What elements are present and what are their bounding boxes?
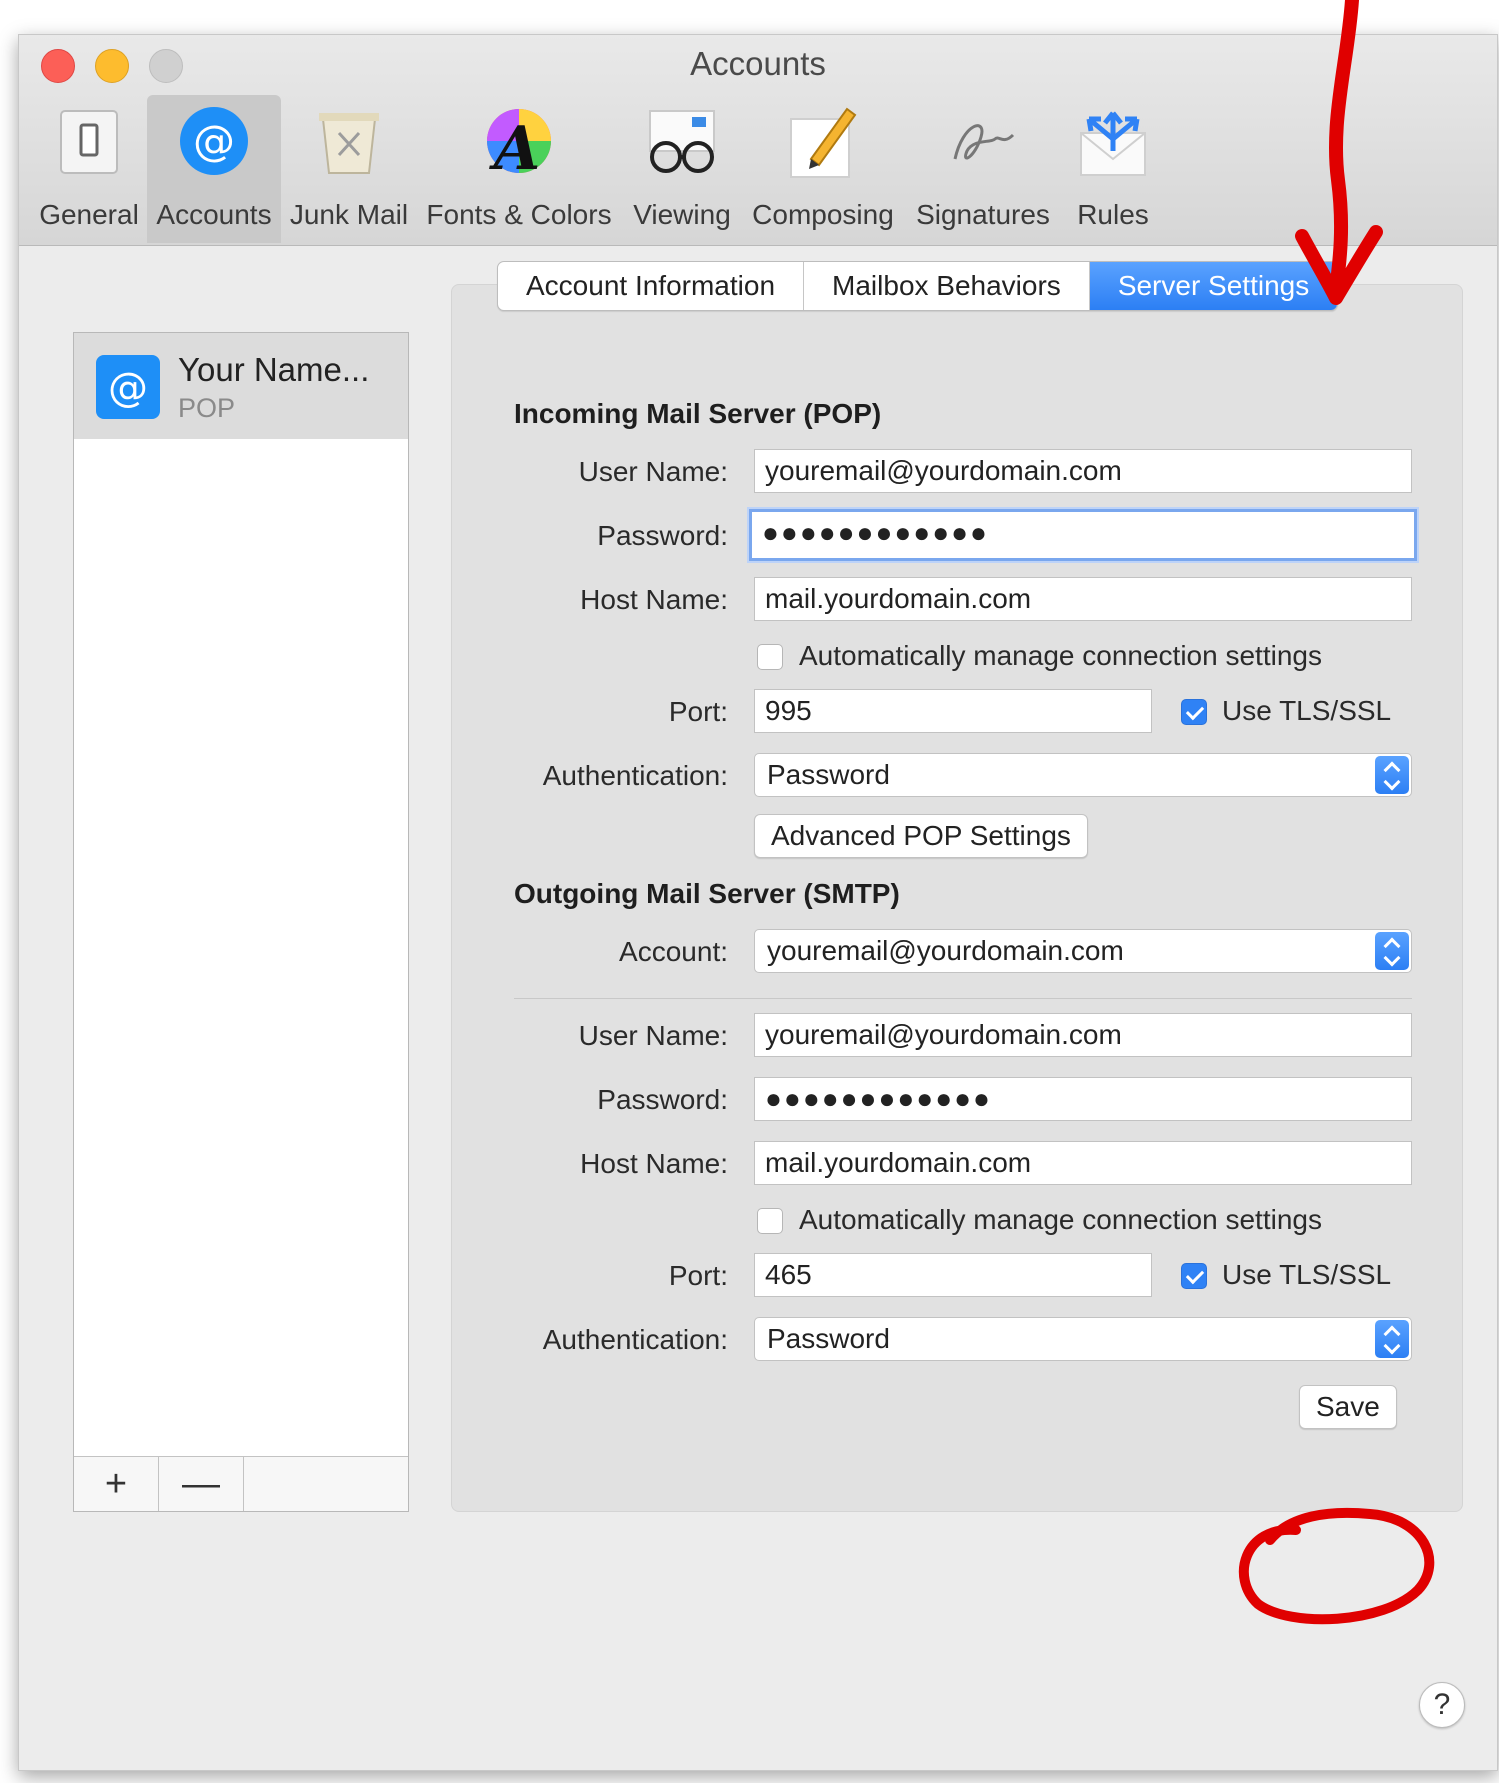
svg-text:@: @ xyxy=(108,365,148,411)
preferences-toolbar: General @ Accounts Junk Mail A Fonts & C… xyxy=(31,95,1163,243)
font-colors-icon: A xyxy=(487,109,551,184)
accounts-sidebar: @ Your Name... POP + — xyxy=(73,332,409,1512)
outgoing-account-value: youremail@yourdomain.com xyxy=(767,935,1124,966)
switch-icon xyxy=(60,110,118,174)
svg-text:A: A xyxy=(489,114,541,184)
content-area: @ Your Name... POP + — Account Informati… xyxy=(19,246,1497,1770)
outgoing-password-field[interactable]: ●●●●●●●●●●●● xyxy=(754,1077,1412,1121)
trash-bin-icon xyxy=(319,113,379,174)
rules-envelope-icon xyxy=(1080,111,1146,176)
outgoing-port-label: Port: xyxy=(668,1260,728,1291)
remove-account-button[interactable]: — xyxy=(159,1457,244,1511)
incoming-section-title: Incoming Mail Server (POP) xyxy=(514,398,882,429)
svg-text:@: @ xyxy=(193,116,235,165)
pencil-paper-icon xyxy=(790,107,857,178)
advanced-pop-settings-button[interactable]: Advanced POP Settings xyxy=(754,814,1088,858)
outgoing-port-field[interactable]: 465 xyxy=(754,1253,1152,1297)
at-sign-icon: @ xyxy=(180,107,248,175)
outgoing-tls-label: Use TLS/SSL xyxy=(1222,1259,1392,1290)
incoming-tls-checkbox[interactable] xyxy=(1181,699,1207,725)
incoming-port-label: Port: xyxy=(668,696,728,727)
outgoing-password-label: Password: xyxy=(597,1084,728,1115)
chevron-up-down-icon xyxy=(1375,1320,1409,1358)
account-list-item[interactable]: @ Your Name... POP xyxy=(74,333,408,439)
incoming-auto-manage-checkbox[interactable] xyxy=(757,644,783,670)
incoming-user-name-field[interactable]: youremail@yourdomain.com xyxy=(754,449,1412,493)
toolbar-composing[interactable]: Composing xyxy=(743,95,903,243)
incoming-user-label: User Name: xyxy=(578,456,728,487)
account-type: POP xyxy=(178,393,236,423)
toolbar-label: General xyxy=(39,199,139,230)
tab-server-settings[interactable]: Server Settings xyxy=(1089,262,1338,310)
outgoing-host-label: Host Name: xyxy=(580,1148,728,1179)
at-sign-icon: @ xyxy=(96,355,160,419)
outgoing-auto-manage-label: Automatically manage connection settings xyxy=(799,1204,1322,1235)
incoming-port-field[interactable]: 995 xyxy=(754,689,1152,733)
toolbar-general[interactable]: General xyxy=(31,95,147,243)
chevron-up-down-icon xyxy=(1375,756,1409,794)
titlebar: Accounts General @ Accounts Junk Mail A … xyxy=(19,35,1497,246)
chevron-up-down-icon xyxy=(1375,932,1409,970)
outgoing-account-label: Account: xyxy=(619,936,728,967)
incoming-host-name-field[interactable]: mail.yourdomain.com xyxy=(754,577,1412,621)
outgoing-user-label: User Name: xyxy=(578,1020,728,1051)
outgoing-auth-value: Password xyxy=(767,1323,890,1354)
settings-tabs: Account Information Mailbox Behaviors Se… xyxy=(497,261,1339,311)
toolbar-junk-mail[interactable]: Junk Mail xyxy=(281,95,417,243)
outgoing-user-name-field[interactable]: youremail@yourdomain.com xyxy=(754,1013,1412,1057)
add-account-button[interactable]: + xyxy=(74,1457,159,1511)
toolbar-label: Rules xyxy=(1077,199,1149,230)
incoming-auth-label: Authentication: xyxy=(542,760,728,791)
toolbar-viewing[interactable]: Viewing xyxy=(621,95,743,243)
incoming-auth-value: Password xyxy=(767,759,890,790)
toolbar-signatures[interactable]: Signatures xyxy=(903,95,1063,243)
tab-account-information[interactable]: Account Information xyxy=(498,262,805,310)
outgoing-auto-manage-checkbox[interactable] xyxy=(757,1208,783,1234)
incoming-password-label: Password: xyxy=(597,520,728,551)
outgoing-account-select[interactable]: youremail@yourdomain.com xyxy=(754,929,1412,973)
incoming-tls-label: Use TLS/SSL xyxy=(1222,695,1392,726)
outgoing-section-title: Outgoing Mail Server (SMTP) xyxy=(514,878,900,909)
toolbar-fonts-colors[interactable]: A Fonts & Colors xyxy=(417,95,621,243)
accounts-window: Accounts General @ Accounts Junk Mail A … xyxy=(18,34,1498,1771)
incoming-auto-manage-label: Automatically manage connection settings xyxy=(799,640,1322,671)
toolbar-accounts[interactable]: @ Accounts xyxy=(147,95,281,243)
save-button[interactable]: Save xyxy=(1299,1385,1397,1429)
incoming-host-label: Host Name: xyxy=(580,584,728,615)
tab-mailbox-behaviors[interactable]: Mailbox Behaviors xyxy=(804,262,1090,310)
glasses-icon xyxy=(649,110,715,173)
help-button[interactable]: ? xyxy=(1419,1682,1465,1728)
sidebar-footer: + — xyxy=(74,1456,408,1511)
incoming-password-field[interactable]: ●●●●●●●●●●●● xyxy=(749,509,1417,561)
toolbar-label: Signatures xyxy=(916,199,1050,230)
outgoing-host-name-field[interactable]: mail.yourdomain.com xyxy=(754,1141,1412,1185)
toolbar-label: Fonts & Colors xyxy=(426,199,612,230)
account-name: Your Name... xyxy=(178,351,370,388)
window-title: Accounts xyxy=(690,45,826,82)
outgoing-auth-label: Authentication: xyxy=(542,1324,728,1355)
toolbar-label: Junk Mail xyxy=(289,199,409,230)
toolbar-rules[interactable]: Rules xyxy=(1063,95,1163,243)
outgoing-tls-checkbox[interactable] xyxy=(1181,1263,1207,1289)
toolbar-label: Viewing xyxy=(633,199,731,230)
outgoing-authentication-select[interactable]: Password xyxy=(754,1317,1412,1361)
incoming-authentication-select[interactable]: Password xyxy=(754,753,1412,797)
section-divider xyxy=(514,998,1412,999)
toolbar-label: Composing xyxy=(752,199,894,230)
toolbar-label: Accounts xyxy=(156,199,272,230)
signature-icon xyxy=(953,124,1015,160)
